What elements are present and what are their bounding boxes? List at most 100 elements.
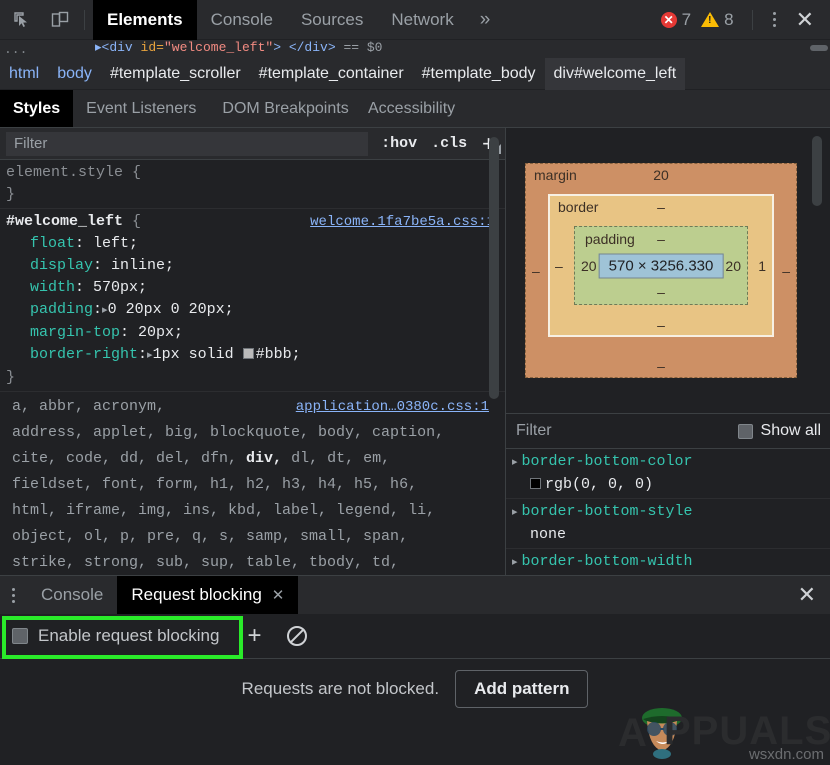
dom-ellipsis: ... bbox=[4, 42, 27, 57]
border-bottom-value[interactable]: – bbox=[657, 317, 665, 333]
margin-left-value[interactable]: – bbox=[532, 263, 540, 279]
styles-filter-input[interactable] bbox=[6, 132, 368, 156]
rule-element-style[interactable]: element.style { } bbox=[0, 160, 505, 209]
declaration-property[interactable]: margin-top bbox=[30, 324, 120, 341]
declaration-display[interactable]: display: inline; bbox=[6, 255, 505, 277]
tab-event-listeners[interactable]: Event Listeners bbox=[73, 90, 209, 127]
tab-dom-breakpoints[interactable]: DOM Breakpoints bbox=[209, 90, 361, 127]
drawer-tab-request-blocking[interactable]: Request blocking ✕ bbox=[117, 576, 298, 614]
box-model-content-size[interactable]: 570 × 3256.330 bbox=[599, 253, 724, 278]
expand-property-icon[interactable]: ▸ bbox=[512, 507, 518, 519]
breadcrumb-item-welcome-left[interactable]: div#welcome_left bbox=[545, 58, 686, 90]
show-all-label[interactable]: Show all bbox=[761, 422, 821, 440]
show-all-checkbox[interactable] bbox=[738, 424, 753, 439]
color-swatch[interactable] bbox=[243, 348, 254, 359]
breadcrumb-item-template-body[interactable]: #template_body bbox=[413, 58, 545, 90]
box-model-margin[interactable]: margin 20 – – – border – – – 1 padding –… bbox=[525, 163, 797, 378]
enable-request-blocking-label[interactable]: Enable request blocking bbox=[38, 626, 219, 646]
declaration-property[interactable]: width bbox=[30, 279, 75, 296]
close-devtools-icon[interactable]: ✕ bbox=[788, 9, 822, 31]
box-model-padding[interactable]: padding – – 20 20 570 × 3256.330 bbox=[574, 226, 748, 305]
error-count-badge[interactable]: ✕ 7 bbox=[661, 10, 691, 30]
breadcrumb-item-template-container[interactable]: #template_container bbox=[250, 58, 413, 90]
device-toolbar-icon[interactable] bbox=[44, 4, 76, 36]
margin-top-value[interactable]: 20 bbox=[653, 167, 669, 183]
tab-console[interactable]: Console bbox=[197, 0, 287, 40]
rule-selector[interactable]: #welcome_left bbox=[6, 213, 123, 230]
declaration-property[interactable]: display bbox=[30, 257, 93, 274]
enable-request-blocking-checkbox[interactable] bbox=[12, 628, 28, 644]
more-tabs-icon[interactable]: » bbox=[468, 0, 503, 40]
devtools-settings-menu-icon[interactable] bbox=[761, 12, 788, 27]
warning-count-badge[interactable]: 8 bbox=[701, 10, 733, 30]
padding-left-value[interactable]: 20 bbox=[581, 258, 597, 274]
padding-right-value[interactable]: 20 bbox=[725, 258, 741, 274]
ua-rule-line-2: cite, code, dd, del, dfn, div, dl, dt, e… bbox=[6, 446, 505, 472]
computed-property-border-bottom-color[interactable]: ▸border-bottom-color rgb(0, 0, 0) bbox=[506, 449, 830, 499]
declaration-value[interactable]: left; bbox=[93, 235, 138, 252]
rule-welcome-left[interactable]: welcome.1fa7be5a.css:1 #welcome_left { f… bbox=[0, 209, 505, 392]
declaration-margin-top[interactable]: margin-top: 20px; bbox=[6, 322, 505, 344]
margin-right-value[interactable]: – bbox=[782, 263, 790, 279]
tab-sources[interactable]: Sources bbox=[287, 0, 377, 40]
ua-rule-source-link[interactable]: application…0380c.css:1 bbox=[296, 396, 489, 418]
add-pattern-icon[interactable]: + bbox=[247, 624, 261, 648]
dom-attr-name: id= bbox=[133, 40, 164, 55]
close-drawer-icon[interactable]: ✕ bbox=[784, 576, 830, 614]
dom-selected-node[interactable]: ▸<div id="welcome_left"> </div> == $0 bbox=[95, 40, 382, 55]
box-model-border[interactable]: border – – – 1 padding – – 20 20 570 × 3… bbox=[548, 194, 774, 337]
border-left-value[interactable]: – bbox=[555, 258, 563, 274]
declaration-width[interactable]: width: 570px; bbox=[6, 277, 505, 299]
declaration-property[interactable]: padding bbox=[30, 301, 93, 318]
border-top-value[interactable]: – bbox=[657, 199, 665, 215]
computed-property-border-bottom-style[interactable]: ▸border-bottom-style none bbox=[506, 499, 830, 549]
add-pattern-button[interactable]: Add pattern bbox=[455, 670, 588, 708]
rule-source-link[interactable]: welcome.1fa7be5a.css:1 bbox=[310, 211, 495, 233]
color-swatch[interactable] bbox=[530, 478, 541, 489]
close-tab-icon[interactable]: ✕ bbox=[272, 586, 285, 604]
tab-styles[interactable]: Styles bbox=[0, 90, 73, 127]
ua-rule-line-3: fieldset, font, form, h1, h2, h3, h4, h5… bbox=[6, 472, 505, 498]
breadcrumb-item-template-scroller[interactable]: #template_scroller bbox=[101, 58, 250, 90]
drawer-menu-icon[interactable] bbox=[0, 576, 27, 614]
tab-network[interactable]: Network bbox=[377, 0, 467, 40]
toggle-hov-button[interactable]: :hov bbox=[374, 135, 424, 152]
margin-bottom-value[interactable]: – bbox=[657, 358, 665, 374]
computed-properties-list[interactable]: ▸border-bottom-color rgb(0, 0, 0) ▸borde… bbox=[506, 449, 830, 575]
computed-property-border-bottom-width[interactable]: ▸border-bottom-width bbox=[506, 549, 830, 575]
padding-top-value[interactable]: – bbox=[657, 231, 665, 247]
tab-accessibility[interactable]: Accessibility bbox=[355, 90, 468, 127]
remove-all-patterns-icon[interactable] bbox=[287, 626, 307, 646]
tab-elements[interactable]: Elements bbox=[93, 0, 197, 40]
inspect-cursor-icon[interactable] bbox=[6, 4, 38, 36]
breadcrumb-item-html[interactable]: html bbox=[0, 58, 48, 90]
declaration-value[interactable]: 20px; bbox=[138, 324, 183, 341]
dom-bracket: > bbox=[273, 40, 281, 55]
breadcrumb-item-body[interactable]: body bbox=[48, 58, 101, 90]
ua-rule-line-4: html, iframe, img, ins, kbd, label, lege… bbox=[6, 498, 505, 524]
toolbar-right-group: ✕ 7 8 ✕ bbox=[661, 9, 830, 31]
styles-rules-pane[interactable]: element.style { } welcome.1fa7be5a.css:1… bbox=[0, 160, 505, 575]
expand-property-icon[interactable]: ▸ bbox=[512, 457, 518, 469]
declaration-property[interactable]: float bbox=[30, 235, 75, 252]
styles-pane-scrollbar[interactable] bbox=[489, 137, 499, 399]
declaration-border-right[interactable]: border-right:▸1px solid #bbb; bbox=[6, 344, 505, 367]
dom-scrollbar[interactable] bbox=[810, 45, 828, 51]
declaration-value[interactable]: 570px; bbox=[93, 279, 147, 296]
toggle-cls-button[interactable]: .cls bbox=[424, 135, 474, 152]
declaration-property[interactable]: border-right bbox=[30, 346, 138, 363]
border-right-value[interactable]: 1 bbox=[758, 258, 766, 274]
declaration-float[interactable]: float: left; bbox=[6, 233, 505, 255]
box-model-border-label: border bbox=[558, 199, 598, 215]
declaration-padding[interactable]: padding:▸0 20px 0 20px; bbox=[6, 299, 505, 322]
declaration-value[interactable]: inline; bbox=[111, 257, 174, 274]
drawer-tab-console[interactable]: Console bbox=[27, 576, 117, 614]
expand-property-icon[interactable]: ▸ bbox=[512, 557, 518, 569]
box-model-margin-label: margin bbox=[534, 167, 577, 183]
request-blocking-toolbar: Enable request blocking + bbox=[0, 614, 830, 659]
declaration-value[interactable]: 0 20px 0 20px; bbox=[108, 301, 234, 318]
rule-user-agent-reset[interactable]: application…0380c.css:1 a, abbr, acronym… bbox=[0, 392, 505, 575]
computed-pane-scrollbar[interactable] bbox=[812, 136, 822, 206]
computed-filter-input[interactable] bbox=[516, 422, 738, 440]
padding-bottom-value[interactable]: – bbox=[657, 284, 665, 300]
